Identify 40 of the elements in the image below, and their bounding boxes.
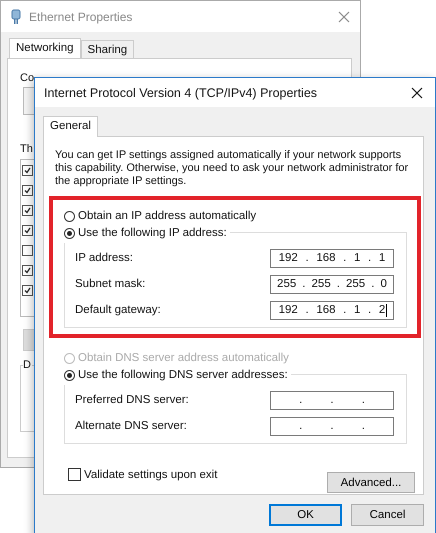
field-label: Subnet mask: bbox=[75, 278, 146, 290]
dialog-title: Internet Protocol Version 4 (TCP/IPv4) Properties bbox=[44, 86, 318, 100]
advanced-button[interactable]: Advanced... bbox=[327, 472, 415, 493]
checkbox[interactable] bbox=[22, 165, 33, 176]
radio-button[interactable] bbox=[64, 210, 75, 222]
radio-label: Obtain an IP address automatically bbox=[78, 210, 256, 222]
network-adapter-icon bbox=[11, 8, 21, 24]
intro-text: You can get IP settings assigned automatically if your network supports this capability. Otherwise, you need to ask your network administrator for the appropriate IP settings. bbox=[55, 149, 410, 188]
radio-label: Use the following IP address: bbox=[78, 227, 227, 239]
ip-address-field[interactable]: . . . bbox=[270, 416, 394, 436]
ok-button[interactable]: OK bbox=[269, 504, 342, 526]
radio-button[interactable] bbox=[64, 370, 75, 380]
checkbox[interactable] bbox=[22, 245, 33, 256]
field-label: Alternate DNS server: bbox=[75, 420, 187, 432]
ip-address-field[interactable]: . . . bbox=[270, 390, 394, 410]
cancel-button[interactable]: Cancel bbox=[351, 504, 424, 526]
checkbox[interactable] bbox=[22, 205, 33, 216]
close-icon[interactable] bbox=[411, 86, 423, 98]
ip-address-field[interactable]: 255 . 255 . 255 . 0 bbox=[270, 274, 394, 294]
tab[interactable]: General bbox=[43, 116, 98, 137]
window-title: Ethernet Properties bbox=[29, 10, 134, 24]
checkbox[interactable] bbox=[22, 185, 33, 196]
checkbox[interactable] bbox=[22, 285, 33, 296]
section-label: D bbox=[23, 359, 32, 371]
tab[interactable]: Sharing bbox=[80, 40, 134, 59]
field-label: IP address: bbox=[75, 252, 133, 264]
section-label: Co bbox=[20, 72, 34, 84]
field-label: Default gateway: bbox=[75, 304, 161, 316]
ip-address-field[interactable]: 192 . 168 . 1 . 2 bbox=[270, 300, 394, 320]
field-label: Preferred DNS server: bbox=[75, 394, 189, 406]
ip-address-field[interactable]: 192 . 168 . 1 . 1 bbox=[270, 248, 394, 268]
section-label: Th bbox=[20, 143, 33, 155]
checkbox[interactable] bbox=[68, 468, 81, 481]
checkbox[interactable] bbox=[22, 225, 33, 236]
checkbox-label: Validate settings upon exit bbox=[84, 468, 218, 480]
radio-label: Use the following DNS server addresses: bbox=[78, 369, 288, 381]
radio-button[interactable] bbox=[64, 228, 75, 238]
tab[interactable]: Networking bbox=[9, 38, 81, 59]
radio-label: Obtain DNS server address automatically bbox=[78, 352, 289, 364]
checkbox[interactable] bbox=[22, 265, 33, 276]
